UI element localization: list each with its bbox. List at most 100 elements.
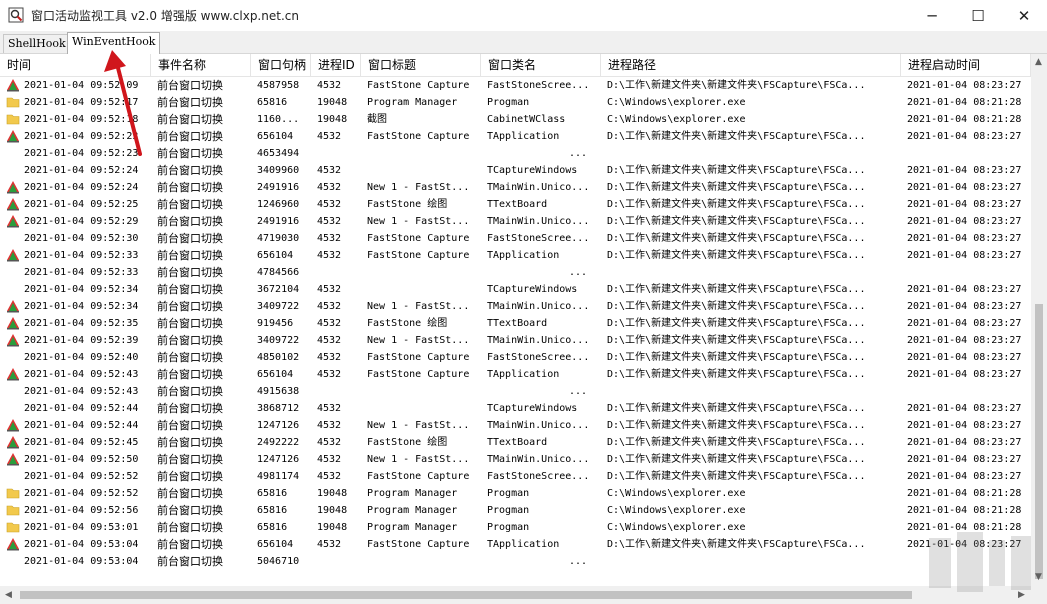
table-row[interactable]: 2021-01-04 09:53:01 前台窗口切换 65816 19048 Progr… [0,519,1031,536]
cell-time: 2021-01-04 09:52:52 [24,488,139,499]
scroll-down-icon[interactable]: ▼ [1035,572,1042,582]
horizontal-scrollbar[interactable]: ◀ ▶ [0,586,1031,604]
table-row[interactable]: 2021-01-04 09:52:56 前台窗口切换 65816 19048 Progr… [0,502,1031,519]
cell-pid: 4532 [317,454,342,465]
table-row[interactable]: 2021-01-04 09:53:04 前台窗口切换 656104 4532 FastS… [0,536,1031,553]
cell-event: 前台窗口切换 [157,385,223,398]
cell-cls: TCaptureWindows [487,165,578,176]
cell-event: 前台窗口切换 [157,351,223,364]
cell-path: D:\工作\新建文件夹\新建文件夹\FSCapture\FSCa... [607,301,866,312]
column-header-class-name[interactable]: 窗口类名 [481,54,601,76]
table-row[interactable]: 2021-01-04 09:52:50 前台窗口切换 1247126 4532 New … [0,451,1031,468]
table-row[interactable]: 2021-01-04 09:52:23 前台窗口切换 4653494... [0,145,1031,162]
cell-title [361,162,481,179]
table-row[interactable]: 2021-01-04 09:52:45 前台窗口切换 2492222 4532 Fast… [0,434,1031,451]
cell-handle: 1247126 [257,420,300,431]
vertical-scrollbar[interactable]: ▲ ▼ [1031,54,1047,586]
table-row[interactable]: 2021-01-04 09:52:44 前台窗口切换 1247126 4532 New … [0,417,1031,434]
table-row[interactable]: 2021-01-04 09:52:44 前台窗口切换 3868712 4532 TCap… [0,400,1031,417]
cell-event: 前台窗口切换 [157,487,223,500]
cell-cls: Progman [487,97,530,108]
cell-handle: 4850102 [257,352,300,363]
table-row[interactable]: 2021-01-04 09:53:04 前台窗口切换 5046710... [0,553,1031,570]
vertical-scroll-thumb[interactable] [1035,304,1043,579]
cell-event: 前台窗口切换 [157,504,223,517]
column-header-event[interactable]: 事件名称 [151,54,251,76]
cell-time: 2021-01-04 09:53:01 [24,522,139,533]
cell-pid [311,145,361,162]
cell-start: 2021-01-04 08:21:28 [907,97,1022,108]
cell-pid [311,553,361,570]
cell-handle: 656104 [257,539,294,550]
cell-path: D:\工作\新建文件夹\新建文件夹\FSCapture\FSCa... [607,437,866,448]
table-row[interactable]: 2021-01-04 09:52:33 前台窗口切换 656104 4532 FastS… [0,247,1031,264]
column-header-process-path[interactable]: 进程路径 [601,54,901,76]
cell-time: 2021-01-04 09:52:34 [24,284,139,295]
cell-title [361,400,481,417]
cell-pid: 4532 [317,80,342,91]
cell-event: 前台窗口切换 [157,96,223,109]
horizontal-scroll-thumb[interactable] [20,591,912,599]
cell-time: 2021-01-04 09:53:04 [24,556,139,567]
cell-event: 前台窗口切换 [157,79,223,92]
minimize-button[interactable]: ─ [909,0,955,31]
cell-title: FastStone Capture [367,471,470,482]
table-row[interactable]: 2021-01-04 09:52:17 前台窗口切换 65816 19048 Progr… [0,94,1031,111]
table-row[interactable]: 2021-01-04 09:52:39 前台窗口切换 3409722 4532 New … [0,332,1031,349]
cell-time: 2021-01-04 09:52:40 [24,352,139,363]
close-button[interactable]: ✕ [1001,0,1047,31]
column-header-pid[interactable]: 进程ID [311,54,361,76]
cell-start: 2021-01-04 08:23:27 [907,284,1022,295]
cell-pid: 4532 [317,335,342,346]
table-row[interactable]: 2021-01-04 09:52:09 前台窗口切换 4587958 4532 Fast… [0,77,1031,94]
table-row[interactable]: 2021-01-04 09:52:52 前台窗口切换 4981174 4532 Fast… [0,468,1031,485]
table-row[interactable]: 2021-01-04 09:52:29 前台窗口切换 2491916 4532 New … [0,213,1031,230]
column-header-window-title[interactable]: 窗口标题 [361,54,481,76]
table-row[interactable]: 2021-01-04 09:52:52 前台窗口切换 65816 19048 Progr… [0,485,1031,502]
cell-start: 2021-01-04 08:21:28 [907,488,1022,499]
table-row[interactable]: 2021-01-04 09:52:35 前台窗口切换 919456 4532 FastS… [0,315,1031,332]
table-row[interactable]: 2021-01-04 09:52:24 前台窗口切换 3409960 4532 TCap… [0,162,1031,179]
cell-cls: ... [568,267,587,278]
cell-event: 前台窗口切换 [157,147,223,160]
cell-pid: 4532 [317,403,342,414]
column-header-process-start[interactable]: 进程启动时间 [901,54,1031,76]
cell-handle: 2491916 [257,182,300,193]
scroll-up-icon[interactable]: ▲ [1035,57,1042,67]
cell-start: 2021-01-04 08:23:27 [907,335,1022,346]
table-row[interactable]: 2021-01-04 09:52:34 前台窗口切换 3409722 4532 New … [0,298,1031,315]
cell-pid [311,383,361,400]
cell-handle: 4653494 [257,148,300,159]
table-row[interactable]: 2021-01-04 09:52:34 前台窗口切换 3672104 4532 TCap… [0,281,1031,298]
cell-pid: 4532 [317,318,342,329]
table-row[interactable]: 2021-01-04 09:52:23 前台窗口切换 656104 4532 FastS… [0,128,1031,145]
cell-pid: 4532 [317,216,342,227]
table-row[interactable]: 2021-01-04 09:52:24 前台窗口切换 2491916 4532 New … [0,179,1031,196]
cell-event: 前台窗口切换 [157,368,223,381]
cell-cls: TTextBoard [487,437,548,448]
cell-event: 前台窗口切换 [157,521,223,534]
table-row[interactable]: 2021-01-04 09:52:30 前台窗口切换 4719030 4532 Fast… [0,230,1031,247]
table-row[interactable]: 2021-01-04 09:52:25 前台窗口切换 1246960 4532 Fast… [0,196,1031,213]
cell-start: 2021-01-04 08:23:27 [907,301,1022,312]
scroll-left-icon[interactable]: ◀ [5,590,12,600]
cell-time: 2021-01-04 09:52:45 [24,437,139,448]
tab-shellhook[interactable]: ShellHook [3,34,71,53]
table-row[interactable]: 2021-01-04 09:52:43 前台窗口切换 656104 4532 FastS… [0,366,1031,383]
cell-handle: 65816 [257,522,288,533]
table-row[interactable]: 2021-01-04 09:52:18 前台窗口切换 1160... 19048 截图 C… [0,111,1031,128]
cell-title: Program Manager [367,97,458,108]
cell-pid: 19048 [317,505,348,516]
table-row[interactable]: 2021-01-04 09:52:33 前台窗口切换 4784566... [0,264,1031,281]
cell-cls: TCaptureWindows [487,284,578,295]
cell-title: New 1 - FastSt... [367,216,470,227]
table-row[interactable]: 2021-01-04 09:52:43 前台窗口切换 4915638... [0,383,1031,400]
event-list[interactable]: 2021-01-04 09:52:09 前台窗口切换 4587958 4532 Fast… [0,77,1031,586]
table-row[interactable]: 2021-01-04 09:52:40 前台窗口切换 4850102 4532 Fast… [0,349,1031,366]
maximize-button[interactable]: ☐ [955,0,1001,31]
cell-start: 2021-01-04 08:23:27 [907,233,1022,244]
cell-path: D:\工作\新建文件夹\新建文件夹\FSCapture\FSCa... [607,284,866,295]
column-header-handle[interactable]: 窗口句柄 [251,54,311,76]
cell-title: New 1 - FastSt... [367,420,470,431]
cell-title: Program Manager [367,505,458,516]
